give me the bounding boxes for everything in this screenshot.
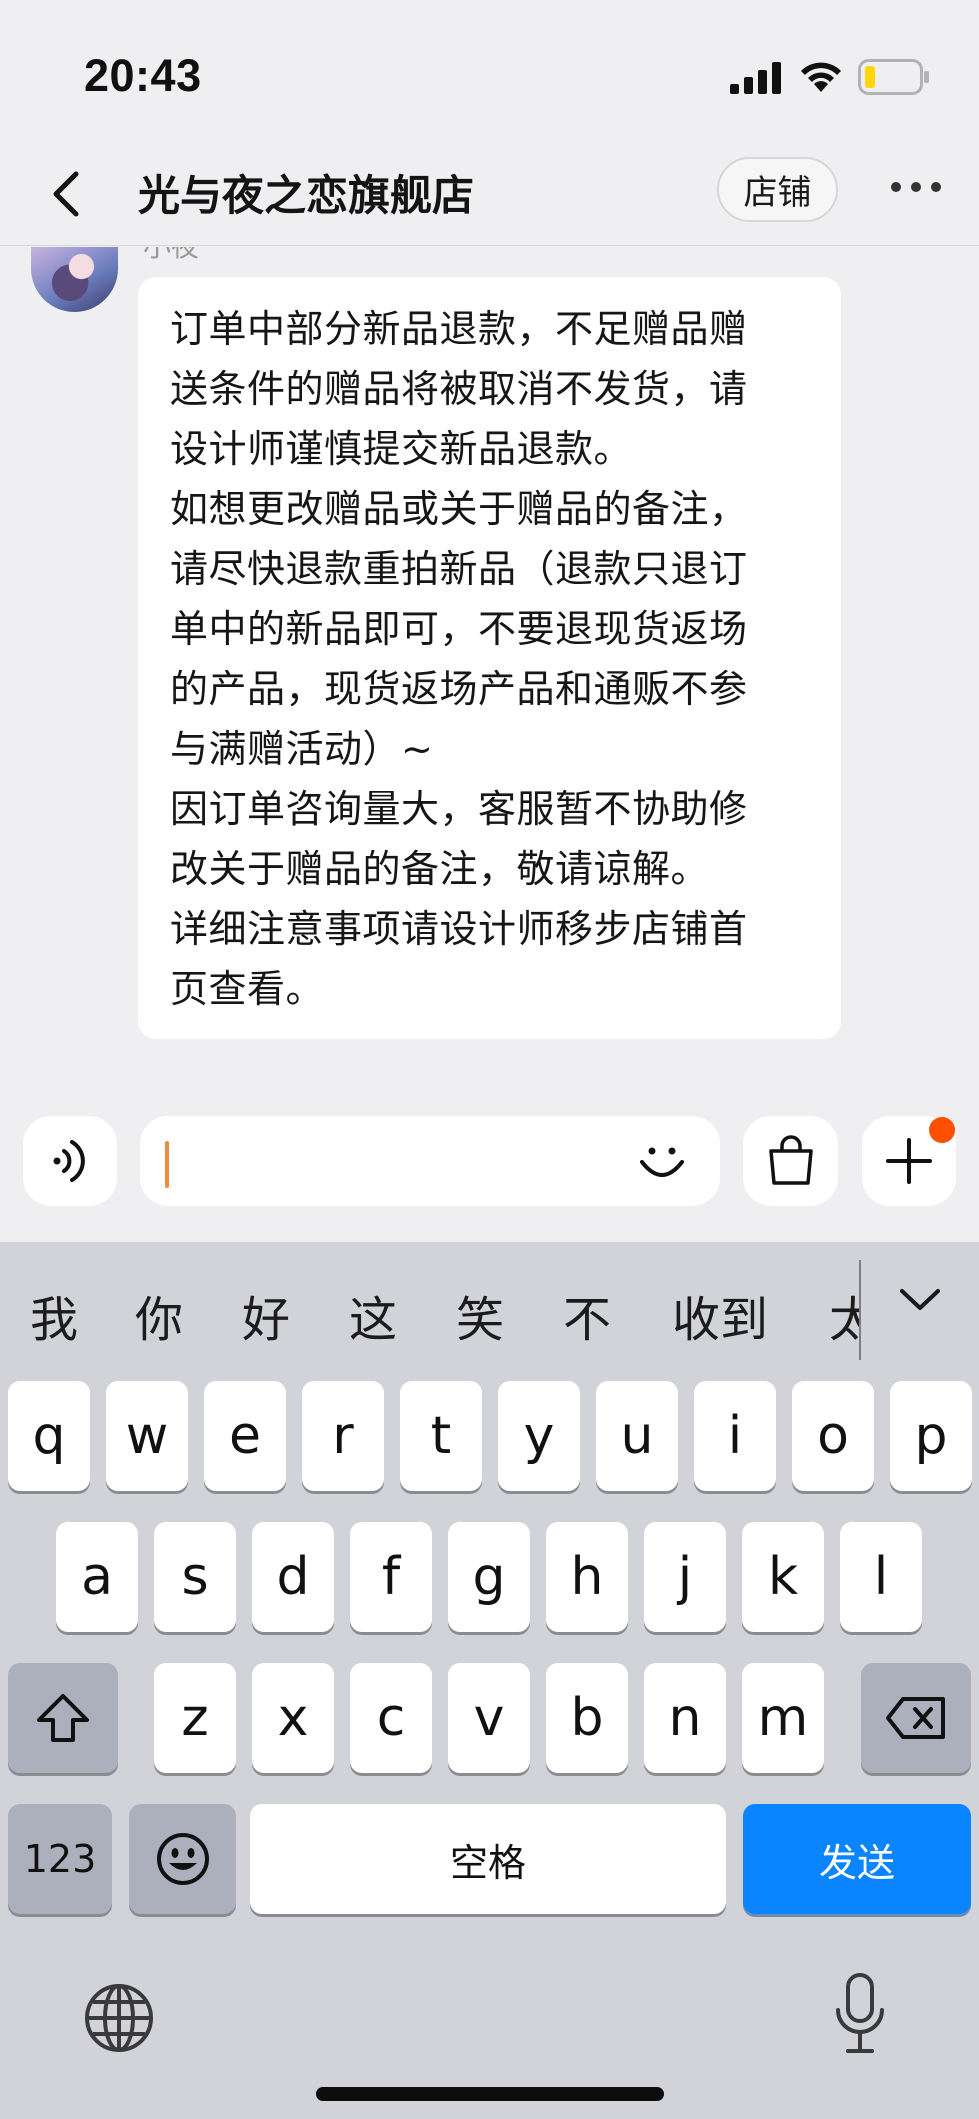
key-o[interactable]: o	[792, 1381, 874, 1491]
key-b[interactable]: b	[546, 1663, 628, 1773]
key-u[interactable]: u	[596, 1381, 678, 1491]
shop-title: 光与夜之恋旗舰店	[138, 171, 475, 220]
key-h[interactable]: h	[546, 1522, 628, 1632]
key-p[interactable]: p	[890, 1381, 972, 1491]
key-l[interactable]: l	[840, 1522, 922, 1632]
candidate-item[interactable]: 收到	[672, 1280, 768, 1350]
message-input[interactable]	[140, 1116, 720, 1206]
numbers-key[interactable]: 123	[8, 1804, 112, 1914]
key-k[interactable]: k	[742, 1522, 824, 1632]
emoji-face-icon[interactable]	[637, 1136, 687, 1186]
candidate-item[interactable]: 我	[30, 1280, 78, 1350]
shop-button[interactable]: 店铺	[717, 157, 838, 222]
input-bar	[0, 1112, 979, 1207]
chat-header: 光与夜之恋旗舰店 店铺	[0, 150, 979, 246]
key-z[interactable]: z	[154, 1663, 236, 1773]
shopping-bag-icon	[768, 1135, 813, 1185]
key-w[interactable]: w	[106, 1381, 188, 1491]
key-j[interactable]: j	[644, 1522, 726, 1632]
key-y[interactable]: y	[498, 1381, 580, 1491]
message-bubble[interactable]: 订单中部分新品退款，不足赠品赠 送条件的赠品将被取消不发货，请 设计师谨慎提交新…	[138, 277, 841, 1039]
key-s[interactable]: s	[154, 1522, 236, 1632]
key-q[interactable]: q	[8, 1381, 90, 1491]
key-i[interactable]: i	[694, 1381, 776, 1491]
cellular-signal-icon	[730, 62, 781, 94]
delete-key[interactable]	[861, 1663, 971, 1773]
key-x[interactable]: x	[252, 1663, 334, 1773]
chevron-down-icon[interactable]	[898, 1286, 942, 1314]
key-r[interactable]: r	[302, 1381, 384, 1491]
candidate-item[interactable]: 笑	[456, 1280, 504, 1350]
emoji-icon	[156, 1833, 209, 1885]
plus-icon	[886, 1138, 932, 1184]
voice-icon	[53, 1140, 85, 1182]
key-a[interactable]: a	[56, 1522, 138, 1632]
candidate-item[interactable]: 好	[242, 1280, 290, 1350]
home-indicator	[316, 2087, 664, 2101]
shift-arrow-icon	[37, 1694, 89, 1742]
globe-icon[interactable]	[83, 1982, 155, 2054]
sender-name: 小夜	[143, 247, 199, 265]
backspace-icon	[886, 1697, 945, 1739]
send-key[interactable]: 发送	[743, 1804, 971, 1914]
key-n[interactable]: n	[644, 1663, 726, 1773]
back-arrow-icon[interactable]	[46, 166, 86, 222]
voice-input-button[interactable]	[23, 1116, 117, 1206]
candidate-item[interactable]: 你	[135, 1280, 183, 1350]
more-options-icon[interactable]	[890, 180, 942, 194]
message-text: 订单中部分新品退款，不足赠品赠 送条件的赠品将被取消不发货，请 设计师谨慎提交新…	[170, 307, 748, 1011]
candidate-divider	[859, 1260, 861, 1360]
shopping-bag-button[interactable]	[743, 1116, 838, 1206]
candidate-item[interactable]: 这	[349, 1280, 397, 1350]
status-time: 20:43	[84, 50, 202, 101]
key-g[interactable]: g	[448, 1522, 530, 1632]
keyboard: 我 你 好 这 笑 不 收到 太 q w e r t y u i o p a s…	[0, 1242, 979, 2119]
key-d[interactable]: d	[252, 1522, 334, 1632]
status-bar: 20:43	[0, 0, 979, 150]
emoji-key[interactable]	[129, 1804, 236, 1914]
shift-key[interactable]	[8, 1663, 118, 1773]
candidate-item[interactable]: 太	[829, 1280, 859, 1350]
sender-avatar[interactable]	[31, 247, 118, 312]
key-m[interactable]: m	[742, 1663, 824, 1773]
notification-dot	[929, 1117, 955, 1143]
wifi-icon	[801, 62, 841, 92]
text-caret	[165, 1141, 169, 1188]
space-key[interactable]: 空格	[250, 1804, 726, 1914]
key-e[interactable]: e	[204, 1381, 286, 1491]
key-f[interactable]: f	[350, 1522, 432, 1632]
battery-icon	[858, 59, 929, 95]
key-v[interactable]: v	[448, 1663, 530, 1773]
chat-area: 小夜 订单中部分新品退款，不足赠品赠 送条件的赠品将被取消不发货，请 设计师谨慎…	[0, 247, 979, 1087]
microphone-icon[interactable]	[834, 1972, 886, 2056]
key-c[interactable]: c	[350, 1663, 432, 1773]
candidate-bar: 我 你 好 这 笑 不 收到 太	[0, 1242, 979, 1362]
key-t[interactable]: t	[400, 1381, 482, 1491]
candidate-item[interactable]: 不	[563, 1280, 611, 1350]
